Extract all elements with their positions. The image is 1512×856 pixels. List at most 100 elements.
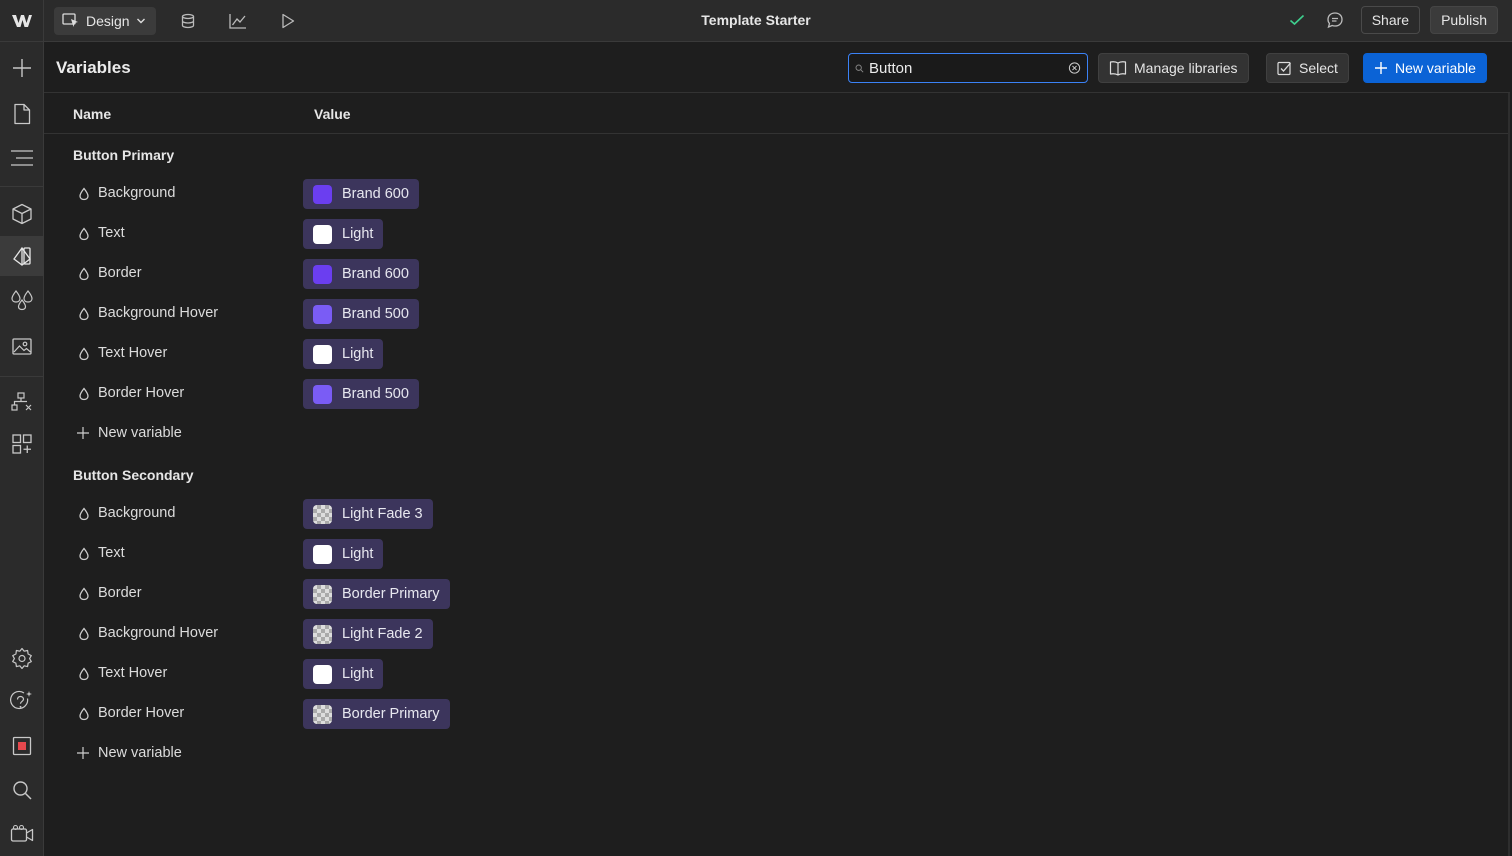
drop-icon: [79, 347, 89, 361]
variable-row[interactable]: Text Light: [44, 214, 1510, 254]
navigator-icon[interactable]: [0, 138, 44, 178]
group-title-button-secondary: Button Secondary: [73, 467, 194, 483]
drop-icon: [79, 227, 89, 241]
variable-row[interactable]: Border Hover Brand 500: [44, 374, 1510, 414]
variable-value[interactable]: Brand 600: [303, 259, 419, 289]
variable-name: Text: [98, 225, 125, 241]
publish-button[interactable]: Publish: [1430, 6, 1498, 34]
variable-name: Text Hover: [98, 345, 168, 361]
variable-value[interactable]: Brand 500: [303, 379, 419, 409]
new-variable-row-secondary[interactable]: New variable: [44, 734, 444, 774]
webflow-logo[interactable]: [0, 0, 44, 42]
drop-icon: [79, 547, 89, 561]
value-label: Brand 500: [342, 386, 409, 402]
top-bar: Design Template Starter Share Publish: [0, 0, 1512, 42]
database-icon[interactable]: [176, 9, 200, 33]
scrollbar[interactable]: [1508, 93, 1510, 856]
color-swatch: [313, 704, 332, 724]
new-variable-label: New variable: [1395, 60, 1476, 76]
variable-value[interactable]: Light: [303, 659, 384, 689]
drop-icon: [79, 667, 89, 681]
variable-name: Background Hover: [98, 305, 219, 321]
cursor-icon: [62, 12, 78, 27]
styles-icon[interactable]: [0, 280, 44, 320]
color-swatch: [313, 624, 332, 644]
variable-value[interactable]: Light: [303, 219, 384, 249]
group-title-button-primary: Button Primary: [73, 147, 175, 163]
plus-icon: [77, 747, 89, 759]
help-icon[interactable]: [0, 682, 44, 722]
play-icon[interactable]: [276, 9, 300, 33]
color-swatch: [313, 184, 332, 204]
logic-icon[interactable]: [0, 382, 44, 422]
value-label: Light Fade 3: [342, 506, 423, 522]
variable-value[interactable]: Brand 500: [303, 299, 419, 329]
variable-row[interactable]: Text Hover Light: [44, 654, 1510, 694]
variable-value[interactable]: Light Fade 3: [303, 499, 433, 529]
value-label: Brand 500: [342, 306, 409, 322]
value-label: Light: [342, 546, 374, 562]
video-icon[interactable]: [0, 814, 44, 854]
variable-row[interactable]: Background Brand 600: [44, 174, 1510, 214]
variables-icon[interactable]: [0, 236, 44, 276]
assets-icon[interactable]: [0, 326, 44, 366]
variable-row[interactable]: Border Brand 600: [44, 254, 1510, 294]
share-button[interactable]: Share: [1360, 6, 1421, 34]
variable-name: Background Hover: [98, 625, 219, 641]
variable-row[interactable]: Border Hover Border Primary: [44, 694, 1510, 734]
clear-icon[interactable]: [1068, 60, 1081, 76]
new-variable-label: New variable: [98, 745, 182, 761]
drop-icon: [79, 587, 89, 601]
value-label: Light: [342, 346, 374, 362]
select-button[interactable]: Select: [1266, 53, 1349, 83]
new-variable-row-primary[interactable]: New variable: [44, 414, 444, 454]
color-swatch: [313, 264, 332, 284]
comment-icon[interactable]: [1323, 8, 1347, 32]
design-mode-button[interactable]: Design: [54, 6, 156, 35]
variable-row[interactable]: Background Hover Brand 500: [44, 294, 1510, 334]
variable-value[interactable]: Light Fade 2: [303, 619, 433, 649]
new-variable-button[interactable]: New variable: [1363, 53, 1487, 83]
search-icon[interactable]: [0, 770, 44, 810]
value-label: Light Fade 2: [342, 626, 423, 642]
variable-row[interactable]: Text Light: [44, 534, 1510, 574]
variable-value[interactable]: Light: [303, 539, 384, 569]
variable-row[interactable]: Background Hover Light Fade 2: [44, 614, 1510, 654]
panel-title: Variables: [56, 58, 131, 77]
drop-icon: [79, 187, 89, 201]
color-swatch: [313, 544, 332, 564]
variable-name: Border: [98, 585, 142, 601]
search-field[interactable]: [848, 53, 1088, 83]
components-icon[interactable]: [0, 194, 44, 234]
record-icon[interactable]: [0, 726, 44, 766]
value-label: Border Primary: [342, 706, 440, 722]
manage-libraries-button[interactable]: Manage libraries: [1098, 53, 1249, 83]
color-swatch: [313, 224, 332, 244]
plus-icon: [1375, 62, 1387, 74]
value-label: Brand 600: [342, 266, 409, 282]
variable-value[interactable]: Border Primary: [303, 579, 450, 609]
search-input[interactable]: [868, 59, 1068, 77]
variable-row[interactable]: Text Hover Light: [44, 334, 1510, 374]
variable-value[interactable]: Light: [303, 339, 384, 369]
variable-value[interactable]: Brand 600: [303, 179, 419, 209]
variable-row[interactable]: Background Light Fade 3: [44, 494, 1510, 534]
new-variable-label: New variable: [98, 425, 182, 441]
add-icon[interactable]: [0, 48, 44, 88]
settings-icon[interactable]: [0, 638, 44, 678]
variable-name: Border Hover: [98, 385, 185, 401]
variable-name: Text: [98, 545, 125, 561]
color-swatch: [313, 384, 332, 404]
variable-row[interactable]: Border Border Primary: [44, 574, 1510, 614]
drop-icon: [79, 707, 89, 721]
variable-name: Border: [98, 265, 142, 281]
page-icon[interactable]: [0, 94, 44, 134]
variable-value[interactable]: Border Primary: [303, 699, 450, 729]
chart-icon[interactable]: [226, 9, 250, 33]
drop-icon: [79, 627, 89, 641]
variables-panel: Variables Manage libraries Select New va…: [44, 43, 1510, 856]
manage-libraries-label: Manage libraries: [1134, 60, 1238, 76]
table-header: Name Value: [44, 94, 1510, 134]
apps-icon[interactable]: [0, 424, 44, 464]
plus-icon: [77, 427, 89, 439]
